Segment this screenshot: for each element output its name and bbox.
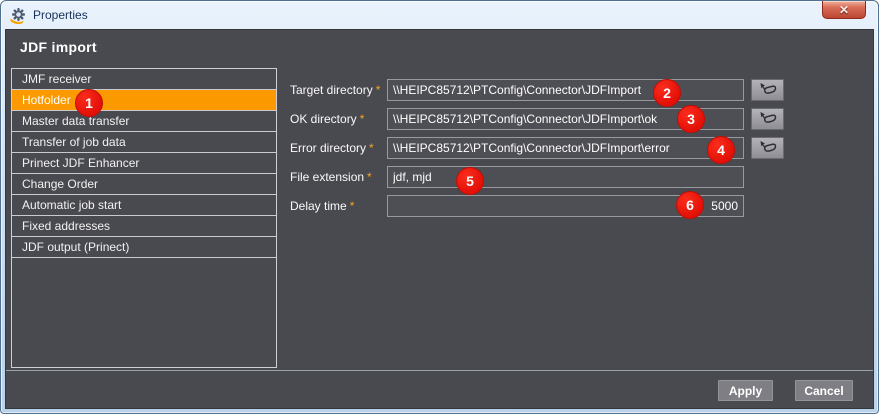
annotation-badge-5: 5	[456, 167, 484, 195]
error-directory-label: Error directory*	[290, 141, 374, 155]
error-directory-browse-button[interactable]	[751, 137, 784, 159]
browse-hand-icon	[759, 140, 777, 156]
target-directory-label: Target directory*	[290, 83, 380, 97]
sidebar-item-master-data-transfer[interactable]: Master data transfer	[12, 111, 276, 132]
sidebar-item-hotfolder[interactable]: Hotfolder	[12, 90, 276, 111]
annotation-badge-4: 4	[707, 136, 735, 164]
browse-hand-icon	[759, 82, 777, 98]
file-extension-input[interactable]	[387, 166, 744, 188]
ok-directory-browse-button[interactable]	[751, 108, 784, 130]
target-directory-browse-button[interactable]	[751, 79, 784, 101]
sidebar-item-automatic-job-start[interactable]: Automatic job start	[12, 195, 276, 216]
required-marker: *	[360, 112, 365, 126]
window-title: Properties	[33, 8, 88, 22]
close-button[interactable]: ✕	[822, 1, 866, 19]
annotation-badge-6: 6	[676, 191, 704, 219]
file-extension-label: File extension*	[290, 170, 372, 184]
page-title: JDF import	[20, 39, 97, 55]
label-text: OK directory	[290, 112, 357, 126]
close-icon: ✕	[839, 4, 849, 16]
annotation-badge-2: 2	[653, 79, 681, 107]
sidebar-item-jmf-receiver[interactable]: JMF receiver	[12, 69, 276, 90]
annotation-badge-1: 1	[75, 89, 103, 117]
label-text: Delay time	[290, 199, 347, 213]
label-text: Target directory	[290, 83, 373, 97]
browse-hand-icon	[759, 111, 777, 127]
label-text: Error directory	[290, 141, 366, 155]
label-text: File extension	[290, 170, 364, 184]
required-marker: *	[369, 141, 374, 155]
properties-dialog: Properties ✕ JDF import JMF receiver Hot…	[0, 0, 879, 414]
dialog-content: JDF import JMF receiver Hotfolder Master…	[5, 29, 874, 409]
footer-divider	[6, 370, 873, 371]
sidebar-item-transfer-of-job-data[interactable]: Transfer of job data	[12, 132, 276, 153]
target-directory-input[interactable]	[387, 79, 744, 101]
sidebar: JMF receiver Hotfolder Master data trans…	[11, 68, 277, 368]
delay-time-label: Delay time*	[290, 199, 354, 213]
sidebar-item-fixed-addresses[interactable]: Fixed addresses	[12, 216, 276, 237]
annotation-badge-3: 3	[677, 105, 705, 133]
titlebar[interactable]: Properties ✕	[1, 1, 878, 29]
required-marker: *	[350, 199, 355, 213]
required-marker: *	[376, 83, 381, 97]
ok-directory-label: OK directory*	[290, 112, 364, 126]
cancel-button[interactable]: Cancel	[795, 380, 853, 401]
required-marker: *	[367, 170, 372, 184]
sidebar-item-jdf-output-prinect[interactable]: JDF output (Prinect)	[12, 237, 276, 258]
sidebar-item-prinect-jdf-enhancer[interactable]: Prinect JDF Enhancer	[12, 153, 276, 174]
apply-button[interactable]: Apply	[718, 380, 773, 401]
prinect-logo-icon	[9, 6, 27, 24]
error-directory-input[interactable]	[387, 137, 744, 159]
sidebar-item-change-order[interactable]: Change Order	[12, 174, 276, 195]
